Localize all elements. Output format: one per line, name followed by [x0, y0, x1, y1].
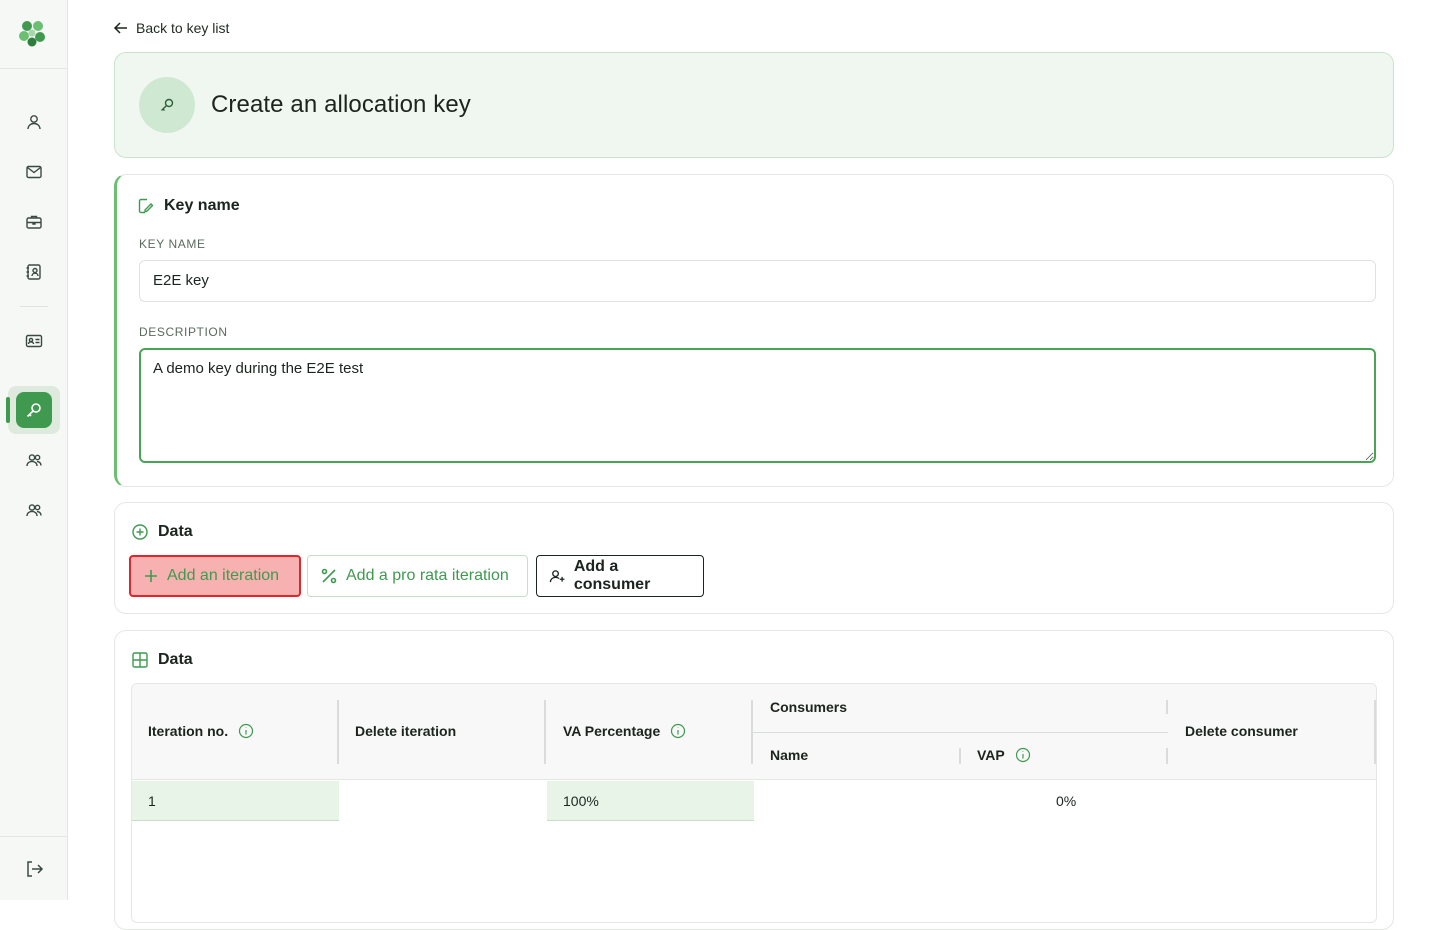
- page-header: Create an allocation key: [114, 52, 1394, 158]
- cell-vap: 0%: [1056, 793, 1077, 809]
- data-actions-title: Data: [158, 523, 193, 540]
- id-card-icon: [25, 334, 43, 348]
- col-name-label: Name: [770, 747, 809, 763]
- key-name-section-title: Key name: [164, 197, 240, 214]
- sidebar-divider: [20, 306, 48, 307]
- app-logo[interactable]: [16, 17, 48, 49]
- sidebar-item-id-card[interactable]: [8, 317, 60, 365]
- sidebar-item-mail[interactable]: [8, 148, 60, 196]
- users-icon: [26, 454, 42, 467]
- contact-book-icon: [26, 264, 41, 280]
- sidebar-item-allocation-keys[interactable]: [6, 386, 60, 434]
- column-divider: [959, 748, 961, 764]
- table-header: Iteration no. Delete iteration VA Percen…: [132, 684, 1376, 780]
- column-divider: [337, 700, 339, 764]
- key-name-section-header: Key name: [137, 197, 240, 215]
- column-divider: [1166, 748, 1168, 764]
- sidebar-item-users[interactable]: [8, 98, 60, 146]
- data-actions-header: Data: [131, 523, 193, 541]
- col-delete-consumer: Delete consumer: [1185, 723, 1298, 739]
- info-icon[interactable]: [670, 723, 686, 739]
- add-pro-rata-iteration-button[interactable]: Add a pro rata iteration: [307, 555, 528, 597]
- col-name: Name: [770, 747, 808, 763]
- key-name-section: Key name KEY NAME DESCRIPTION A demo key…: [114, 174, 1394, 487]
- column-divider: [544, 700, 546, 764]
- sidebar-divider: [0, 836, 68, 837]
- add-pro-rata-label: Add a pro rata iteration: [346, 567, 509, 584]
- logout-icon: [27, 861, 44, 877]
- column-divider: [1166, 700, 1168, 714]
- plus-icon: [145, 570, 157, 582]
- sidebar-divider: [0, 68, 68, 69]
- key-icon: [26, 403, 41, 418]
- col-va-percentage: VA Percentage: [563, 723, 686, 739]
- add-user-icon: [549, 570, 565, 583]
- arrow-left-icon: [113, 22, 127, 34]
- sidebar-item-contacts[interactable]: [8, 248, 60, 296]
- col-delete-consumer-label: Delete consumer: [1185, 723, 1298, 739]
- add-iteration-button[interactable]: Add an iteration: [129, 555, 301, 597]
- data-actions-section: Data Add an iteration Add a pro rata ite…: [114, 502, 1394, 614]
- description-label: DESCRIPTION: [139, 325, 228, 339]
- col-delete-iteration-label: Delete iteration: [355, 723, 457, 739]
- percent-icon: [321, 568, 337, 584]
- page-title: Create an allocation key: [211, 91, 471, 118]
- logout-button[interactable]: [8, 845, 60, 893]
- col-iteration-no-label: Iteration no.: [148, 723, 229, 739]
- data-table-header: Data: [131, 651, 193, 669]
- sidebar: [0, 0, 68, 900]
- key-name-input[interactable]: [139, 260, 1376, 302]
- add-consumer-button[interactable]: Add a consumer: [536, 555, 704, 597]
- key-name-label: KEY NAME: [139, 237, 206, 251]
- sidebar-item-briefcase[interactable]: [8, 198, 60, 246]
- iterations-table: Iteration no. Delete iteration VA Percen…: [131, 683, 1377, 923]
- description-textarea[interactable]: A demo key during the E2E test: [139, 348, 1376, 463]
- col-vap-label: VAP: [977, 747, 1005, 763]
- col-group-consumers-label: Consumers: [770, 699, 848, 715]
- user-icon: [27, 115, 41, 130]
- col-vap: VAP: [977, 747, 1031, 763]
- sidebar-item-team[interactable]: [8, 486, 60, 534]
- edit-icon: [138, 198, 154, 214]
- plus-circle-icon: [132, 524, 148, 540]
- cell-va-percentage: 100%: [547, 781, 754, 821]
- col-va-percentage-label: VA Percentage: [563, 723, 661, 739]
- col-group-consumers: Consumers: [770, 699, 847, 715]
- cell-iteration-no: 1: [132, 781, 339, 821]
- key-icon: [161, 98, 174, 111]
- table-icon: [132, 652, 148, 668]
- info-icon[interactable]: [238, 723, 254, 739]
- col-delete-iteration: Delete iteration: [355, 723, 456, 739]
- briefcase-icon: [26, 215, 42, 229]
- add-consumer-label: Add a consumer: [573, 558, 651, 593]
- back-to-key-list-link[interactable]: Back to key list: [113, 20, 229, 36]
- header-key-badge: [139, 77, 195, 133]
- col-iteration-no: Iteration no.: [148, 723, 254, 739]
- data-table-section: Data Iteration no. Delete iteration VA P…: [114, 630, 1394, 930]
- info-icon[interactable]: [1015, 747, 1031, 763]
- column-divider: [1374, 700, 1376, 764]
- data-table-title: Data: [158, 651, 193, 668]
- add-iteration-label: Add an iteration: [167, 567, 280, 584]
- header-row-divider: [753, 732, 1168, 733]
- mail-icon: [26, 165, 42, 179]
- back-link-label: Back to key list: [136, 20, 230, 36]
- sidebar-item-groups[interactable]: [8, 436, 60, 484]
- users-icon: [26, 504, 42, 517]
